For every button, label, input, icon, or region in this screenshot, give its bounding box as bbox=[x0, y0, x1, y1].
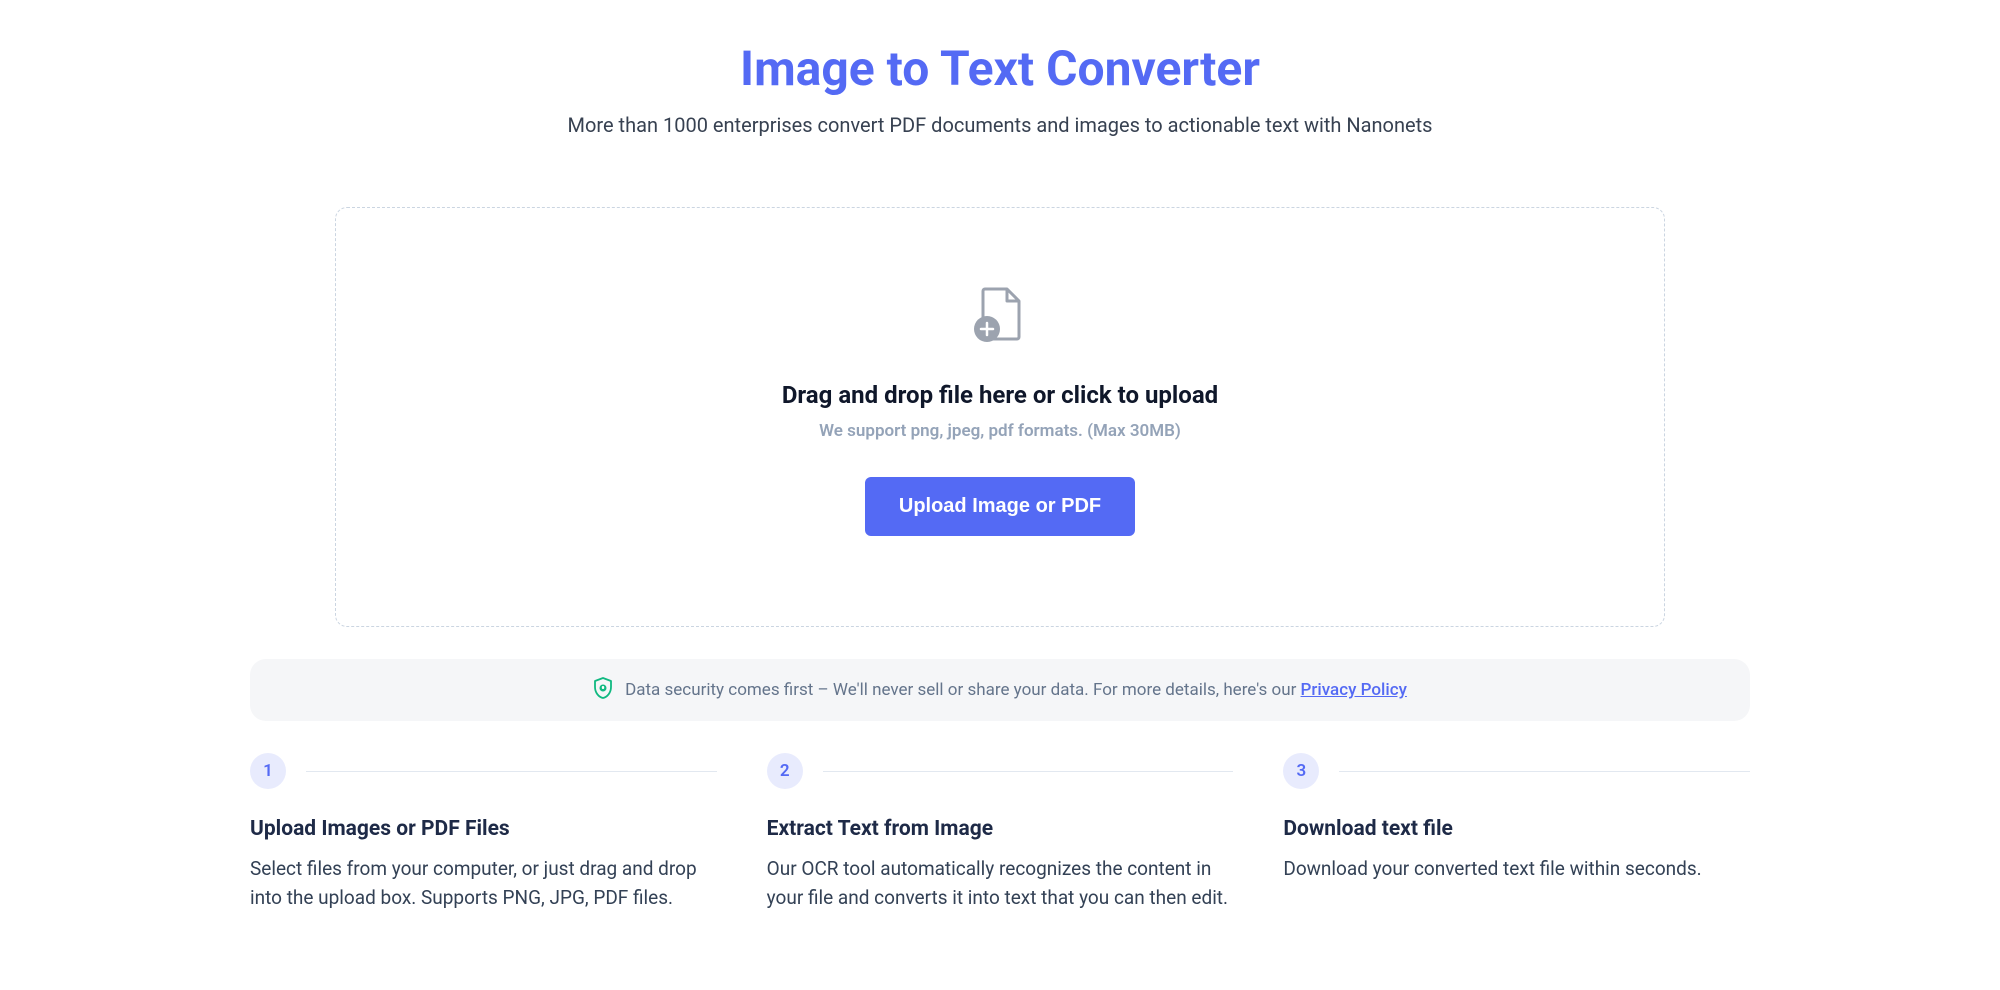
upload-subtext: We support png, jpeg, pdf formats. (Max … bbox=[376, 421, 1624, 441]
privacy-policy-link[interactable]: Privacy Policy bbox=[1301, 680, 1407, 700]
upload-heading: Drag and drop file here or click to uplo… bbox=[376, 381, 1624, 409]
page-title: Image to Text Converter bbox=[250, 40, 1750, 97]
file-add-icon bbox=[969, 283, 1031, 349]
step-title: Extract Text from Image bbox=[767, 817, 1234, 841]
step-description: Our OCR tool automatically recognizes th… bbox=[767, 855, 1234, 912]
step-title: Upload Images or PDF Files bbox=[250, 817, 717, 841]
step-2: 2 Extract Text from Image Our OCR tool a… bbox=[767, 753, 1284, 912]
security-text: Data security comes first – We'll never … bbox=[625, 680, 1407, 700]
step-number-badge: 3 bbox=[1283, 753, 1319, 789]
step-1: 1 Upload Images or PDF Files Select file… bbox=[250, 753, 767, 912]
step-title: Download text file bbox=[1283, 817, 1750, 841]
step-divider bbox=[1339, 771, 1750, 772]
upload-button[interactable]: Upload Image or PDF bbox=[865, 477, 1135, 536]
step-divider bbox=[306, 771, 717, 772]
step-description: Select files from your computer, or just… bbox=[250, 855, 717, 912]
steps-container: 1 Upload Images or PDF Files Select file… bbox=[250, 753, 1750, 912]
step-divider bbox=[823, 771, 1234, 772]
step-number-badge: 1 bbox=[250, 753, 286, 789]
page-subtitle: More than 1000 enterprises convert PDF d… bbox=[250, 113, 1750, 137]
step-description: Download your converted text file within… bbox=[1283, 855, 1750, 884]
step-number-badge: 2 bbox=[767, 753, 803, 789]
upload-dropzone[interactable]: Drag and drop file here or click to uplo… bbox=[335, 207, 1665, 627]
security-banner: Data security comes first – We'll never … bbox=[250, 659, 1750, 721]
step-3: 3 Download text file Download your conve… bbox=[1283, 753, 1750, 912]
shield-icon bbox=[593, 677, 613, 703]
